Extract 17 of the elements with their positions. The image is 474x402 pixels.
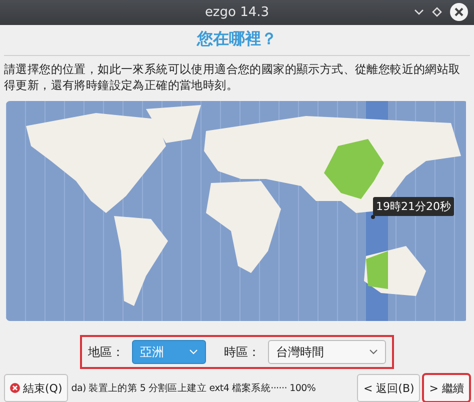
time-tooltip: 19時21分20秒 [373,196,454,216]
timezone-label: 時區： [224,344,260,361]
back-button[interactable]: < 返回(B) [357,374,420,402]
quit-button[interactable]: 結束(Q) [4,374,68,402]
close-circle-icon [10,383,20,394]
chevron-down-icon [369,349,378,356]
maximize-icon[interactable] [432,7,442,17]
minimize-icon[interactable] [414,9,424,15]
timezone-select[interactable]: 台灣時間 [268,340,386,364]
status-text: da) 裝置上的第 5 分割區上建立 ext4 檔案系統······ 100% [71,382,317,395]
page-heading: 您在哪裡？ [4,24,470,56]
close-icon[interactable] [450,3,468,21]
chevron-down-icon [189,349,198,356]
continue-button[interactable]: > 繼續 [423,374,470,402]
window-title: ezgo 14.3 [204,4,270,20]
description-text: 請選擇您的位置，如此一來系統可以使用適合您的國家的顯示方式、從離您較近的網站取得更新，還有將時鐘設定為正確的當地時刻。 [3,60,462,94]
region-label: 地區： [88,344,124,361]
